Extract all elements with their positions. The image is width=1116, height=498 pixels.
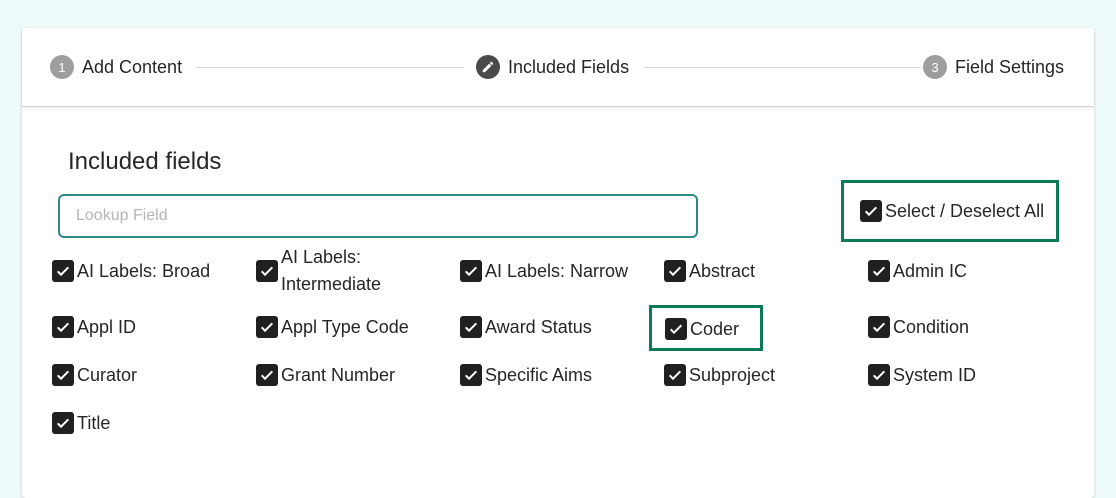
step-3-badge: 3 <box>923 55 947 79</box>
field-system-id[interactable]: System ID <box>868 362 976 389</box>
field-appl-id[interactable]: Appl ID <box>52 314 136 341</box>
select-all-label: Select / Deselect All <box>885 200 1045 221</box>
field-abstract[interactable]: Abstract <box>664 258 755 285</box>
field-label: Condition <box>893 317 970 337</box>
field-condition[interactable]: Condition <box>868 314 969 341</box>
stepper: 1 Add Content Included Fields 3 Field Se… <box>22 28 1094 107</box>
field-subproject[interactable]: Subproject <box>664 362 775 389</box>
pencil-icon <box>476 55 500 79</box>
field-coder[interactable]: Coder <box>649 305 763 351</box>
checkbox-checked-icon <box>664 260 686 282</box>
field-ai-labels-narrow[interactable]: AI Labels: Narrow <box>460 258 628 285</box>
field-grant-number[interactable]: Grant Number <box>256 362 395 389</box>
field-title[interactable]: Title <box>52 410 110 437</box>
checkbox-checked-icon <box>52 412 74 434</box>
checkbox-checked-icon <box>52 364 74 386</box>
field-label: Appl Type Code <box>281 317 409 337</box>
step-label: Field Settings <box>955 56 1065 77</box>
field-specific-aims[interactable]: Specific Aims <box>460 362 592 389</box>
field-label: Abstract <box>689 261 756 281</box>
checkbox-checked-icon <box>52 316 74 338</box>
checkbox-checked-icon <box>868 364 890 386</box>
checkbox-checked-icon <box>52 260 74 282</box>
step-1-badge: 1 <box>50 55 74 79</box>
field-label: AI Labels: Narrow <box>485 261 629 281</box>
field-label: Grant Number <box>281 365 396 385</box>
field-award-status[interactable]: Award Status <box>460 314 592 341</box>
field-label: Award Status <box>485 317 592 337</box>
step-connector <box>644 67 922 68</box>
step-add-content[interactable]: 1 Add Content <box>50 55 182 79</box>
field-appl-type-code[interactable]: Appl Type Code <box>256 314 409 341</box>
section-title: Included fields <box>68 148 222 175</box>
step-connector <box>196 67 464 68</box>
checkbox-checked-icon <box>860 200 882 222</box>
step-included-fields[interactable]: Included Fields <box>476 55 629 79</box>
field-label: System ID <box>893 365 977 385</box>
field-label: Subproject <box>689 365 776 385</box>
field-label: Admin IC <box>893 261 968 281</box>
checkbox-checked-icon <box>868 316 890 338</box>
field-label: Coder <box>690 319 740 339</box>
checkbox-checked-icon <box>256 316 278 338</box>
field-curator[interactable]: Curator <box>52 362 137 389</box>
field-label: AI Labels: Intermediate <box>281 247 382 294</box>
checkbox-checked-icon <box>460 364 482 386</box>
select-deselect-all-checkbox[interactable]: Select / Deselect All <box>841 180 1059 242</box>
checkbox-checked-icon <box>256 364 278 386</box>
field-label: Appl ID <box>77 317 137 337</box>
field-ai-labels-intermediate[interactable]: AI Labels: Intermediate <box>256 244 406 298</box>
field-ai-labels-broad[interactable]: AI Labels: Broad <box>52 258 210 285</box>
step-field-settings[interactable]: 3 Field Settings <box>923 55 1064 79</box>
field-label: Title <box>77 413 111 433</box>
field-label: Curator <box>77 365 138 385</box>
checkbox-checked-icon <box>664 364 686 386</box>
checkbox-checked-icon <box>868 260 890 282</box>
field-admin-ic[interactable]: Admin IC <box>868 258 967 285</box>
field-label: AI Labels: Broad <box>77 261 211 281</box>
step-label: Included Fields <box>508 56 630 77</box>
checkbox-checked-icon <box>460 316 482 338</box>
content-card: 1 Add Content Included Fields 3 Field Se… <box>22 28 1094 498</box>
step-label: Add Content <box>82 56 183 77</box>
field-label: Specific Aims <box>485 365 593 385</box>
checkbox-checked-icon <box>665 318 687 340</box>
lookup-field-input[interactable] <box>58 194 698 238</box>
checkbox-checked-icon <box>460 260 482 282</box>
checkbox-checked-icon <box>256 260 278 282</box>
